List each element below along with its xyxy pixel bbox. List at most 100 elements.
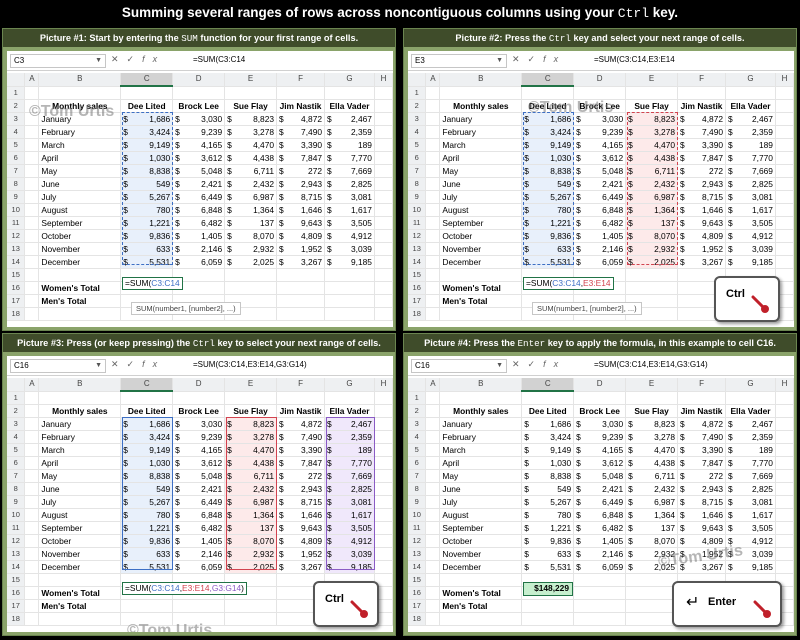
sales-value[interactable]: $6,059	[172, 255, 226, 269]
chevron-down-icon[interactable]: ▼	[496, 360, 503, 372]
sales-value[interactable]: $6,711	[224, 469, 278, 483]
sales-value[interactable]: $5,531	[521, 255, 575, 269]
sales-value[interactable]: $3,039	[324, 242, 375, 256]
cell[interactable]	[573, 391, 627, 405]
sales-value[interactable]: $780	[521, 508, 575, 522]
cell[interactable]	[625, 268, 679, 282]
sales-value[interactable]: $8,823	[224, 417, 278, 431]
cell[interactable]	[425, 417, 441, 431]
sales-value[interactable]: $3,081	[324, 495, 375, 509]
row-header[interactable]: 13	[7, 242, 26, 256]
cell[interactable]	[224, 268, 278, 282]
sales-value[interactable]: $7,490	[677, 430, 727, 444]
cell[interactable]	[374, 534, 393, 548]
sales-value[interactable]: $3,612	[573, 151, 627, 165]
cell[interactable]	[775, 151, 794, 165]
row-header[interactable]: 18	[7, 612, 26, 626]
cell[interactable]	[775, 99, 794, 113]
column-header-b[interactable]: B	[38, 378, 122, 392]
cell[interactable]	[425, 443, 441, 457]
cell[interactable]	[425, 229, 441, 243]
sales-value[interactable]: $137	[625, 521, 679, 535]
month-label[interactable]: December	[439, 255, 523, 269]
month-label[interactable]: September	[439, 216, 523, 230]
cell[interactable]	[725, 391, 776, 405]
cell[interactable]	[374, 469, 393, 483]
row-header[interactable]: 9	[7, 495, 26, 509]
sales-value[interactable]: $1,686	[120, 417, 174, 431]
sales-value[interactable]: $549	[120, 482, 174, 496]
sales-value[interactable]: $5,531	[120, 255, 174, 269]
row-header[interactable]: 1	[408, 86, 427, 100]
cell[interactable]	[425, 534, 441, 548]
sales-value[interactable]: $8,838	[521, 469, 575, 483]
cell[interactable]	[374, 86, 393, 100]
cell[interactable]	[374, 138, 393, 152]
row-header[interactable]: 8	[7, 482, 26, 496]
sales-value[interactable]: $2,421	[573, 177, 627, 191]
month-label[interactable]: August	[38, 203, 122, 217]
cell[interactable]	[425, 242, 441, 256]
cell[interactable]	[775, 203, 794, 217]
row-header[interactable]: 9	[408, 495, 427, 509]
sales-value[interactable]: $2,359	[324, 430, 375, 444]
row-header[interactable]: 7	[7, 469, 26, 483]
column-header-f[interactable]: F	[677, 378, 727, 392]
sales-value[interactable]: $8,715	[276, 495, 326, 509]
formula-input[interactable]: =SUM(C3:C14,E3:E14,G3:G14)	[193, 360, 307, 369]
cell[interactable]	[425, 125, 441, 139]
cell[interactable]	[374, 164, 393, 178]
mens-total-label[interactable]: Men's Total	[439, 599, 523, 613]
column-header-d[interactable]: D	[172, 378, 226, 392]
sales-value[interactable]: $6,711	[224, 164, 278, 178]
cell[interactable]	[439, 612, 523, 626]
cell[interactable]	[276, 281, 326, 295]
sales-value[interactable]: $1,646	[677, 508, 727, 522]
sales-value[interactable]: $7,490	[677, 125, 727, 139]
sales-value[interactable]: $4,165	[172, 443, 226, 457]
sales-value[interactable]: $4,438	[625, 151, 679, 165]
cell[interactable]	[24, 612, 40, 626]
sales-value[interactable]: $1,617	[725, 203, 776, 217]
sales-value[interactable]: $1,405	[172, 534, 226, 548]
row-header[interactable]: 10	[7, 203, 26, 217]
sales-value[interactable]: $2,432	[224, 482, 278, 496]
sales-value[interactable]: $272	[276, 164, 326, 178]
cell[interactable]	[374, 112, 393, 126]
cell[interactable]	[425, 216, 441, 230]
sales-value[interactable]: $9,239	[172, 125, 226, 139]
row-header[interactable]: 11	[7, 216, 26, 230]
cell[interactable]	[224, 281, 278, 295]
chevron-down-icon[interactable]: ▼	[95, 55, 102, 67]
cell[interactable]	[625, 281, 679, 295]
month-label[interactable]: May	[439, 164, 523, 178]
month-label[interactable]: July	[439, 190, 523, 204]
function-icon[interactable]: fx	[543, 54, 566, 64]
cell[interactable]	[374, 268, 393, 282]
month-label[interactable]: August	[439, 508, 523, 522]
sales-value[interactable]: $633	[521, 547, 575, 561]
sales-value[interactable]: $633	[521, 242, 575, 256]
cell[interactable]	[324, 294, 375, 308]
cell[interactable]	[374, 216, 393, 230]
row-header[interactable]: 6	[408, 456, 427, 470]
cell[interactable]	[24, 391, 40, 405]
row-header[interactable]: 16	[7, 281, 26, 295]
column-label[interactable]: Jim Nastik	[677, 404, 727, 418]
cell[interactable]	[24, 508, 40, 522]
sales-value[interactable]: $1,364	[625, 508, 679, 522]
column-label[interactable]: Ella Vader	[324, 99, 375, 113]
row-header[interactable]: 3	[7, 112, 26, 126]
month-label[interactable]: April	[439, 151, 523, 165]
column-header-d[interactable]: D	[573, 378, 627, 392]
cell[interactable]	[324, 86, 375, 100]
row-header[interactable]: 14	[408, 255, 427, 269]
sales-value[interactable]: $1,405	[172, 229, 226, 243]
month-label[interactable]: November	[439, 547, 523, 561]
cell[interactable]	[374, 417, 393, 431]
cell[interactable]	[521, 612, 575, 626]
cell[interactable]	[276, 268, 326, 282]
column-label[interactable]: Ella Vader	[725, 99, 776, 113]
cancel-icon[interactable]: ✕	[111, 54, 127, 64]
select-all-corner[interactable]	[7, 73, 26, 87]
